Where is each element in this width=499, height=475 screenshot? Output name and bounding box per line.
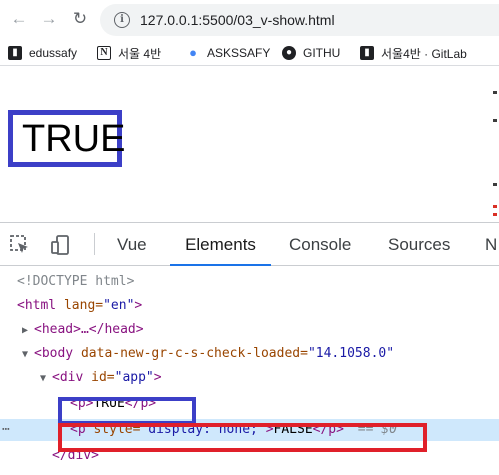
browser-toolbar: ← → ↻ i 127.0.0.1:5500/03_v-show.html [0,0,499,40]
more-options-icon[interactable]: ⋯ [2,419,10,441]
pin-icon: ● [189,45,197,60]
collapse-triangle-icon[interactable]: ▼ [22,344,34,366]
inspect-element-icon[interactable] [9,234,31,256]
device-toolbar-icon[interactable] [50,234,72,256]
back-arrow-icon[interactable]: ← [8,8,30,30]
page-viewport: TRUE [0,67,499,217]
scrollbar-marks [493,87,497,227]
bookmark-github[interactable]: ● GITHU [282,44,340,62]
tab-console[interactable]: Console [289,223,351,266]
bookmark-edussafy[interactable]: ▮ edussafy [8,44,77,62]
dom-doctype[interactable]: <!DOCTYPE html> [0,271,499,293]
reload-icon[interactable]: ↻ [69,8,91,30]
p-true-highlight [58,397,196,425]
url-text[interactable]: 127.0.0.1:5500/03_v-show.html [140,12,335,28]
expand-triangle-icon[interactable]: ▶ [22,320,34,342]
notion-icon: N [97,46,111,60]
tab-elements[interactable]: Elements [170,223,271,266]
bookmark-seoul-4[interactable]: N 서울 4반 [97,44,161,62]
document-icon: ▮ [8,46,22,60]
bookmarks-bar: ▮ edussafy N 서울 4반 ● ASKSSAFY ● GITHU ▮ … [0,40,499,66]
address-bar[interactable]: i 127.0.0.1:5500/03_v-show.html [100,4,499,36]
collapse-triangle-icon[interactable]: ▼ [40,368,52,390]
true-text-highlight: TRUE [8,110,126,167]
rendered-paragraph: TRUE [22,118,126,160]
tab-sources[interactable]: Sources [388,223,450,266]
info-icon[interactable]: i [114,12,130,28]
document-icon: ▮ [360,46,374,60]
toolbar-divider [94,233,95,255]
tab-network[interactable]: N [485,223,497,266]
p-false-highlight [58,423,427,452]
dom-div-app[interactable]: ▼ <div id="app"> [0,367,499,389]
bookmark-askssafy[interactable]: ● ASKSSAFY [186,44,270,62]
bookmark-gitlab[interactable]: ▮ 서울4반 · GitLab [360,44,467,62]
forward-arrow-icon[interactable]: → [38,8,60,30]
dom-body[interactable]: ▼ <body data-new-gr-c-s-check-loaded="14.… [0,343,499,365]
github-icon: ● [282,46,296,60]
dom-html[interactable]: <html lang="en"> [0,295,499,317]
devtools-panel: Vue Elements Console Sources N <!DOCTYPE… [0,222,499,475]
tab-vue[interactable]: Vue [117,223,147,266]
devtools-toolbar: Vue Elements Console Sources N [0,223,499,266]
dom-head[interactable]: ▶ <head>…</head> [0,319,499,341]
